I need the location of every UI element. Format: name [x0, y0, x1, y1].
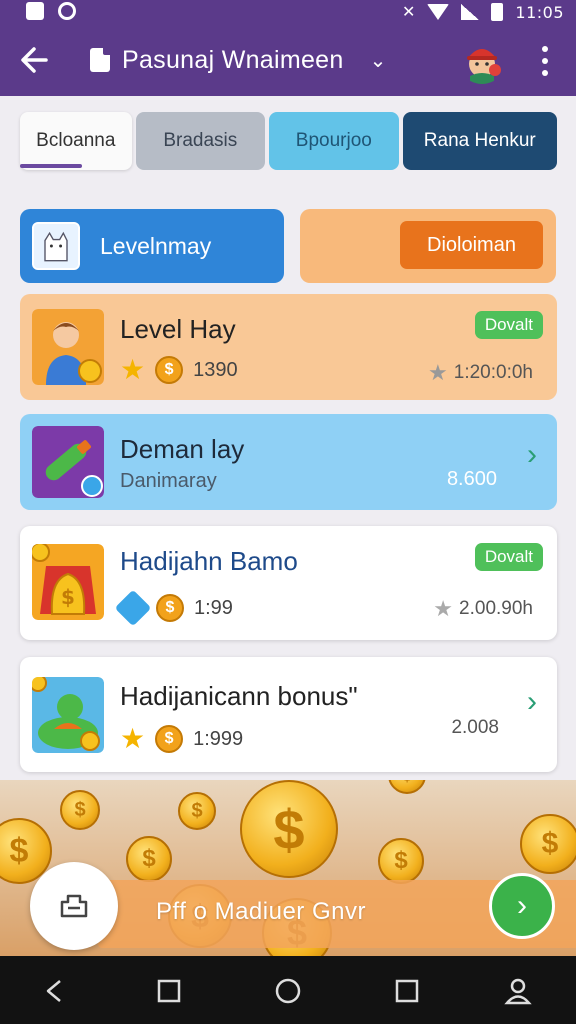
star-outline-icon: ★: [433, 596, 454, 621]
card-title: Deman lay: [120, 434, 245, 464]
reward-card-3[interactable]: $ Hadijahn Bamo $ 1:99 Dovalt ★ 2.00.90h: [20, 526, 557, 640]
next-fab[interactable]: ›: [489, 873, 555, 939]
back-button[interactable]: [16, 42, 56, 78]
card-title: Level Hay: [120, 314, 236, 344]
settings-fab[interactable]: [30, 862, 118, 950]
bottle-icon: [32, 426, 104, 498]
coin-icon: $: [126, 836, 172, 882]
card-title: Hadijahn Bamo: [120, 546, 298, 576]
avatar[interactable]: [458, 36, 506, 84]
card-value: 2.00.90h: [459, 598, 533, 619]
gallery-icon: [26, 2, 44, 20]
more-vert-icon[interactable]: [534, 46, 556, 76]
status-badge: Dovalt: [474, 543, 543, 571]
promo-button[interactable]: Dioloiman: [400, 221, 543, 269]
system-nav-bar: [0, 956, 576, 1024]
money-bag-icon: $: [32, 544, 104, 620]
nav-home-icon[interactable]: [273, 976, 303, 1006]
status-time: 11:05: [515, 2, 564, 22]
dino-icon: [32, 677, 104, 753]
level-action-label: Levelnmay: [100, 232, 212, 259]
card-value: 8.600: [446, 468, 497, 490]
dollar-coin-icon: $: [155, 725, 184, 753]
star-icon: ★: [120, 723, 146, 754]
dollar-coin-icon: $: [155, 356, 184, 384]
card-subtitle: Danimaray: [120, 470, 217, 492]
bottom-banner-text: Pff o Madiuer Gnvr: [156, 898, 366, 925]
card-value: 1:20:0:0h: [453, 362, 533, 383]
tab-3[interactable]: Bpourjoo: [269, 112, 399, 170]
status-bar: ✕ 11:05: [0, 0, 576, 24]
nav-overview-icon[interactable]: [392, 976, 422, 1006]
coin-icon: $: [378, 838, 424, 884]
coin-icon: $: [520, 814, 576, 874]
reward-card-4[interactable]: Hadijanicann bonus" ★ $ 1:999 2.008 ›: [20, 657, 557, 772]
signal-icon: [461, 4, 480, 20]
puzzle-icon: [60, 894, 88, 918]
coin-icon: $: [60, 790, 100, 830]
card-value: 2.008: [451, 717, 499, 738]
star-outline-icon: ★: [428, 360, 448, 385]
status-badge: Dovalt: [474, 311, 543, 339]
promo-action-card: Dioloiman: [300, 209, 556, 283]
coin-icon: $: [388, 780, 426, 794]
mute-icon: ✕: [401, 4, 416, 21]
chevron-right-icon: ›: [527, 438, 537, 471]
tab-1[interactable]: Bcloanna: [20, 112, 132, 170]
card-points: 1:99: [194, 596, 233, 619]
nav-back-icon[interactable]: [40, 976, 70, 1006]
app-bar: Pasunaj Wnaimeen ⌄: [0, 24, 576, 96]
coin-icon: $: [240, 780, 338, 878]
sync-icon: [58, 2, 76, 20]
wifi-icon: [427, 4, 450, 20]
reward-card-2[interactable]: Deman lay Danimaray 8.600 ›: [20, 414, 557, 510]
boy-icon: [32, 309, 104, 385]
nav-profile-icon[interactable]: [503, 976, 533, 1006]
tab-2[interactable]: Bradasis: [135, 112, 266, 170]
card-points: 1390: [193, 358, 238, 381]
title-dropdown[interactable]: Pasunaj Wnaimeen ⌄: [90, 42, 386, 78]
tab-bar: Bcloanna Bradasis Bpourjoo Rana Henkur: [20, 112, 557, 170]
reward-card-1[interactable]: Level Hay ★ $ 1390 Dovalt ★ 1:20:0:0h: [20, 294, 557, 400]
chevron-right-icon: ›: [527, 685, 537, 718]
card-title: Hadijanicann bonus": [120, 681, 358, 711]
page-title: Pasunaj Wnaimeen: [122, 45, 344, 74]
level-action-card[interactable]: Levelnmay: [20, 209, 284, 283]
chevron-down-icon: ⌄: [369, 49, 387, 72]
card-points: 1:999: [193, 727, 244, 750]
star-icon: ★: [120, 354, 146, 385]
svg-text:$: $: [61, 585, 75, 609]
arrow-left-icon: [21, 47, 48, 73]
coin-icon: $: [178, 792, 216, 830]
tab-4[interactable]: Rana Henkur: [402, 112, 557, 170]
document-icon: [90, 48, 110, 72]
chevron-right-icon: ›: [517, 889, 527, 922]
battery-icon: [491, 3, 504, 21]
nav-recents-icon[interactable]: [154, 976, 184, 1006]
dollar-coin-icon: $: [156, 594, 184, 622]
cat-icon: [32, 222, 80, 270]
gem-icon: [114, 589, 152, 627]
